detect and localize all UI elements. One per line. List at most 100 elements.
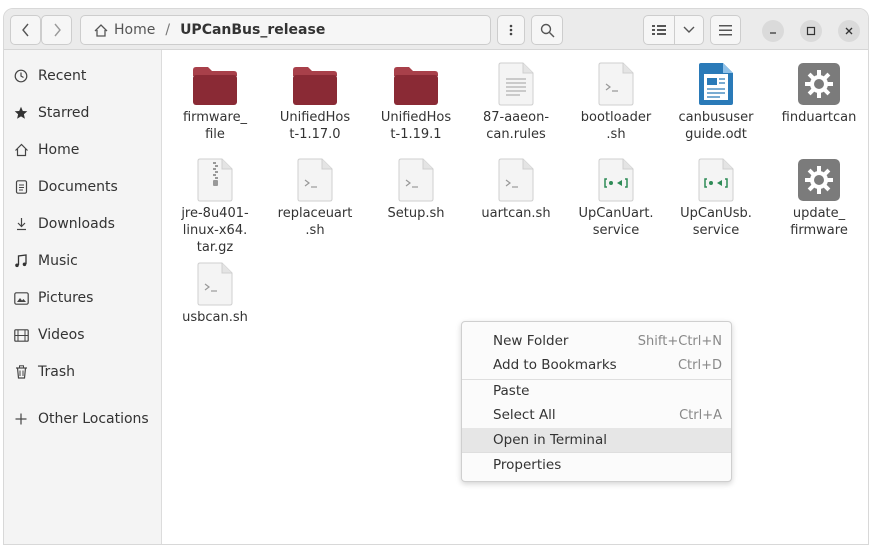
- odt-document-icon: [692, 60, 740, 106]
- sidebar-item-recent[interactable]: Recent: [4, 61, 161, 91]
- sidebar-item-trash[interactable]: Trash: [4, 357, 161, 387]
- menu-item-properties[interactable]: Properties: [462, 453, 731, 477]
- file-name: update_ firmware: [790, 206, 848, 238]
- path-bar[interactable]: Home / UPCanBus_release: [80, 15, 491, 45]
- file-item[interactable]: UpCanUart. service: [571, 156, 661, 239]
- script-file-icon: [392, 156, 440, 202]
- file-item[interactable]: Setup.sh: [371, 156, 461, 222]
- script-file-icon: [191, 260, 239, 306]
- menu-item-paste[interactable]: Paste: [462, 379, 731, 403]
- search-icon: [540, 23, 554, 37]
- menu-item-shortcut: Ctrl+D: [677, 357, 722, 373]
- chevron-left-icon: [21, 23, 29, 37]
- file-item[interactable]: 87-aaeon- can.rules: [471, 60, 561, 143]
- path-current-folder[interactable]: UPCanBus_release: [180, 22, 325, 38]
- list-view-icon: [652, 25, 666, 35]
- sidebar-item-downloads[interactable]: Downloads: [4, 209, 161, 239]
- folder-icon: [392, 60, 440, 106]
- sidebar-item-label: Music: [38, 253, 78, 269]
- sidebar-item-starred[interactable]: Starred: [4, 98, 161, 128]
- folder-menu-button[interactable]: [497, 15, 525, 45]
- script-file-icon: [492, 156, 540, 202]
- download-icon: [13, 216, 29, 232]
- menu-item-new-folder[interactable]: New Folder Shift+Ctrl+N: [462, 329, 731, 353]
- sidebar-item-music[interactable]: Music: [4, 246, 161, 276]
- file-name: canbususer guide.odt: [678, 110, 754, 142]
- clock-icon: [13, 68, 29, 84]
- picture-icon: [13, 290, 29, 306]
- hamburger-menu-icon: [719, 24, 732, 35]
- video-icon: [13, 327, 29, 343]
- back-button[interactable]: [10, 15, 41, 45]
- file-item[interactable]: canbususer guide.odt: [671, 60, 761, 143]
- path-home-label: Home: [114, 22, 156, 38]
- path-home-button[interactable]: Home: [81, 22, 155, 38]
- home-icon: [13, 142, 29, 158]
- plus-icon: [13, 411, 29, 427]
- search-button[interactable]: [531, 15, 563, 45]
- sidebar-item-label: Home: [38, 142, 80, 158]
- header-bar: Home / UPCanBus_release: [4, 9, 868, 50]
- executable-gear-icon: [795, 60, 843, 106]
- sidebar-item-label: Starred: [38, 105, 90, 121]
- menu-item-open-in-terminal[interactable]: Open in Terminal: [462, 428, 731, 452]
- sidebar-item-pictures[interactable]: Pictures: [4, 283, 161, 313]
- minimize-icon: [770, 32, 776, 34]
- more-vertical-icon: [509, 24, 513, 36]
- menu-item-label: Open in Terminal: [493, 432, 607, 448]
- close-button[interactable]: [838, 20, 860, 42]
- text-file-icon: [492, 60, 540, 106]
- script-file-icon: [291, 156, 339, 202]
- forward-button[interactable]: [41, 15, 72, 45]
- minimize-button[interactable]: [762, 20, 784, 42]
- file-item[interactable]: replaceuart .sh: [270, 156, 360, 239]
- sidebar-item-label: Trash: [38, 364, 75, 380]
- file-name: replaceuart .sh: [277, 206, 353, 238]
- sidebar-item-other-locations[interactable]: Other Locations: [4, 404, 161, 434]
- folder-icon: [191, 60, 239, 106]
- menu-item-label: New Folder: [493, 333, 569, 349]
- main-menu-button[interactable]: [710, 15, 741, 45]
- home-icon: [94, 23, 108, 37]
- sidebar-item-documents[interactable]: Documents: [4, 172, 161, 202]
- file-name: jre-8u401- linux-x64. tar.gz: [181, 206, 249, 255]
- maximize-icon: [806, 26, 816, 36]
- service-file-icon: [592, 156, 640, 202]
- executable-gear-icon: [795, 156, 843, 202]
- file-name: uartcan.sh: [481, 206, 551, 221]
- file-item[interactable]: firmware_ file: [170, 60, 260, 143]
- folder-icon: [291, 60, 339, 106]
- file-name: UnifiedHos t-1.19.1: [380, 110, 452, 142]
- menu-item-shortcut: Ctrl+A: [679, 407, 722, 423]
- file-name: Setup.sh: [387, 206, 445, 221]
- context-menu: New Folder Shift+Ctrl+N Add to Bookmarks…: [461, 321, 732, 482]
- sidebar-item-videos[interactable]: Videos: [4, 320, 161, 350]
- path-separator: /: [165, 22, 171, 38]
- file-item[interactable]: usbcan.sh: [170, 260, 260, 326]
- view-options-button[interactable]: [674, 15, 704, 45]
- sidebar-item-label: Downloads: [38, 216, 115, 232]
- file-item[interactable]: UpCanUsb. service: [671, 156, 761, 239]
- menu-item-label: Select All: [493, 407, 556, 423]
- menu-item-select-all[interactable]: Select All Ctrl+A: [462, 403, 731, 427]
- sidebar: Recent Starred Home Documents Downloads …: [4, 50, 162, 544]
- maximize-button[interactable]: [800, 20, 822, 42]
- view-list-button[interactable]: [643, 15, 675, 45]
- chevron-down-icon: [683, 26, 695, 33]
- sidebar-item-label: Recent: [38, 68, 87, 84]
- sidebar-item-home[interactable]: Home: [4, 135, 161, 165]
- file-name: bootloader .sh: [580, 110, 652, 142]
- file-item[interactable]: UnifiedHos t-1.19.1: [371, 60, 461, 143]
- menu-item-add-to-bookmarks[interactable]: Add to Bookmarks Ctrl+D: [462, 353, 731, 377]
- file-item[interactable]: uartcan.sh: [471, 156, 561, 222]
- file-name: 87-aaeon- can.rules: [482, 110, 550, 142]
- file-name: firmware_ file: [182, 110, 248, 142]
- music-icon: [13, 253, 29, 269]
- file-item[interactable]: jre-8u401- linux-x64. tar.gz: [170, 156, 260, 256]
- menu-item-shortcut: Shift+Ctrl+N: [637, 333, 722, 349]
- file-item[interactable]: UnifiedHos t-1.17.0: [270, 60, 360, 143]
- file-item[interactable]: update_ firmware: [774, 156, 864, 239]
- document-icon: [13, 179, 29, 195]
- file-item[interactable]: finduartcan: [774, 60, 864, 126]
- file-item[interactable]: bootloader .sh: [571, 60, 661, 143]
